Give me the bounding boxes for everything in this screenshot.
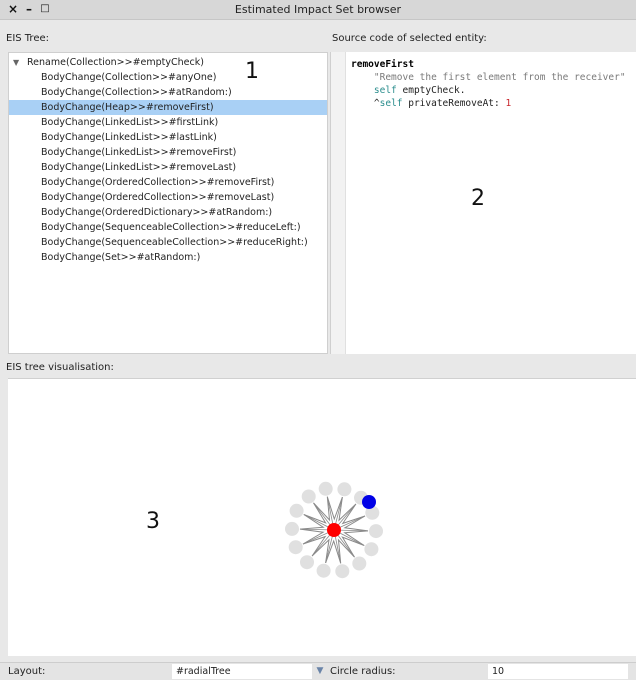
eis-tree-visualisation[interactable]: 3 (8, 378, 636, 656)
source-code-panel[interactable]: removeFirst "Remove the first element fr… (330, 52, 636, 354)
leaf-node[interactable] (301, 489, 316, 504)
tree-item[interactable]: BodyChange(Set>>#atRandom:) (9, 250, 327, 265)
code-self-keyword-2: self (379, 98, 403, 109)
tree-item[interactable]: BodyChange(LinkedList>>#removeFirst) (9, 145, 327, 160)
eis-tree-panel[interactable]: ▼ Rename(Collection>>#emptyCheck) BodyCh… (8, 52, 328, 354)
root-node[interactable] (327, 523, 341, 537)
tree-item[interactable]: BodyChange(OrderedDictionary>>#atRandom:… (9, 205, 327, 220)
leaf-node[interactable] (318, 481, 333, 496)
tree-item[interactable]: BodyChange(SequenceableCollection>>#redu… (9, 235, 327, 250)
code-line-3: privateRemoveAt: (402, 98, 506, 109)
expand-arrow-icon[interactable]: ▼ (13, 55, 19, 70)
layout-settings-bar: Layout: #radialTree ▼ Circle radius: 10 (0, 662, 636, 680)
circle-radius-label: Circle radius: (330, 666, 396, 677)
tree-item[interactable]: BodyChange(LinkedList>>#lastLink) (9, 130, 327, 145)
title-bar[interactable]: × – □ Estimated Impact Set browser (0, 0, 636, 20)
window-title: Estimated Impact Set browser (234, 3, 402, 16)
circle-radius-input[interactable]: 10 (488, 664, 628, 679)
code-number-literal: 1 (505, 98, 512, 109)
leaf-node[interactable] (289, 503, 304, 518)
eis-tree-label: EIS Tree: (6, 33, 49, 44)
annotation-marker-2: 2 (471, 186, 485, 211)
source-code-label: Source code of selected entity: (332, 33, 487, 44)
tree-item[interactable]: BodyChange(Collection>>#atRandom:) (9, 85, 327, 100)
radial-tree-graph[interactable] (8, 379, 636, 656)
leaf-node[interactable] (352, 556, 367, 571)
tree-item[interactable]: BodyChange(Collection>>#anyOne) (9, 70, 327, 85)
visualisation-label: EIS tree visualisation: (6, 362, 114, 373)
leaf-node[interactable] (288, 540, 303, 555)
tree-item[interactable]: BodyChange(LinkedList>>#firstLink) (9, 115, 327, 130)
tree-item[interactable]: BodyChange(OrderedCollection>>#removeFir… (9, 175, 327, 190)
source-code-text[interactable]: removeFirst "Remove the first element fr… (351, 58, 626, 110)
tree-root-label: Rename(Collection>>#emptyCheck) (27, 57, 204, 68)
method-selector: removeFirst (351, 59, 414, 70)
tree-item[interactable]: BodyChange(LinkedList>>#removeLast) (9, 160, 327, 175)
tree-item[interactable]: BodyChange(Heap>>#removeFirst) (9, 100, 327, 115)
code-gutter (331, 52, 346, 354)
layout-label: Layout: (8, 666, 46, 677)
leaf-node[interactable] (369, 524, 383, 539)
selected-node[interactable] (362, 495, 376, 509)
leaf-node[interactable] (364, 542, 379, 557)
leaf-node[interactable] (300, 555, 314, 570)
tree-item[interactable]: BodyChange(SequenceableCollection>>#redu… (9, 220, 327, 235)
eis-browser-window: × – □ Estimated Impact Set browser EIS T… (0, 0, 636, 680)
code-self-keyword: self (373, 85, 397, 96)
leaf-node[interactable] (335, 564, 350, 579)
leaf-node[interactable] (316, 563, 331, 578)
method-comment: "Remove the first element from the recei… (373, 72, 626, 83)
tree-item[interactable]: BodyChange(OrderedCollection>>#removeLas… (9, 190, 327, 205)
tree-root-node[interactable]: ▼ Rename(Collection>>#emptyCheck) (9, 55, 327, 70)
code-line-2: emptyCheck. (396, 85, 466, 96)
tree-item-list: BodyChange(Collection>>#anyOne) BodyChang… (9, 70, 327, 265)
leaf-node[interactable] (285, 521, 299, 536)
leaf-node[interactable] (337, 482, 352, 497)
layout-select[interactable]: #radialTree (172, 664, 312, 679)
annotation-marker-1: 1 (245, 59, 259, 84)
dropdown-arrow-icon[interactable]: ▼ (314, 665, 326, 678)
